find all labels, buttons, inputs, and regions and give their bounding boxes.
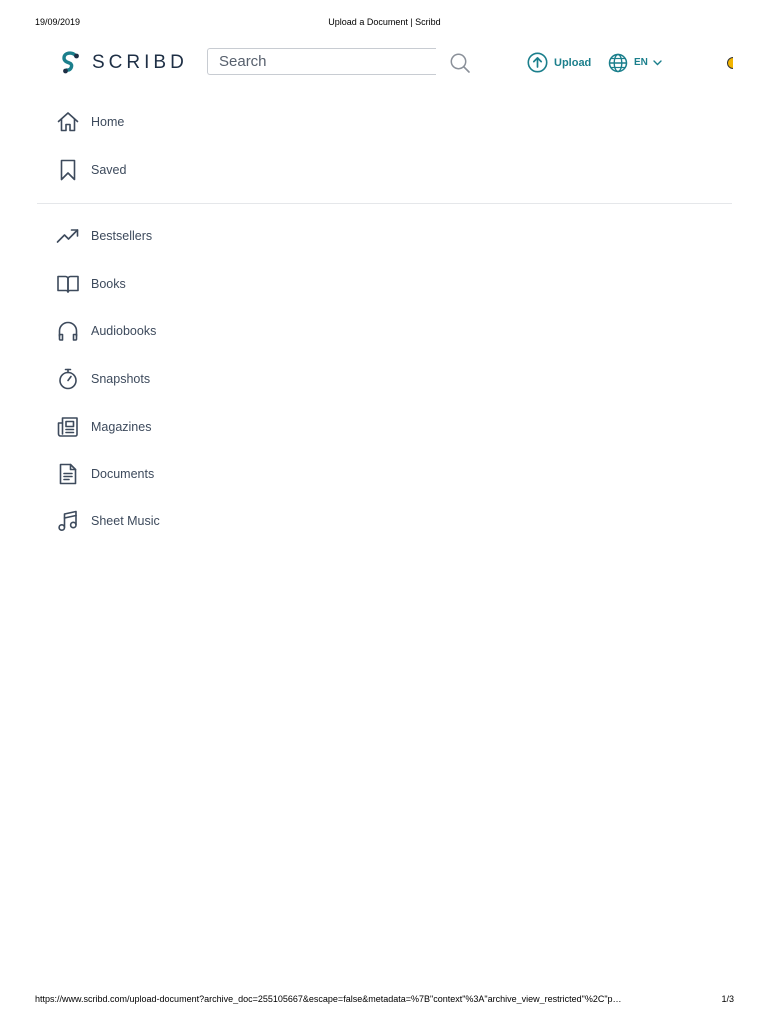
upload-icon <box>527 52 548 73</box>
nav-divider <box>37 203 732 204</box>
nav-item-home[interactable]: Home <box>56 109 124 135</box>
nav-label-bestsellers: Bestsellers <box>91 229 153 243</box>
document-icon <box>56 462 80 486</box>
logo-wordmark: SCRIBD <box>92 52 188 73</box>
print-header: 19/09/2019 Upload a Document | Scribd <box>35 17 734 31</box>
nav-item-snapshots[interactable]: Snapshots <box>56 366 150 392</box>
scribd-logo[interactable]: SCRIBD <box>59 49 188 77</box>
print-title: Upload a Document | Scribd <box>328 17 441 27</box>
nav-label-documents: Documents <box>91 467 155 481</box>
nav-item-documents[interactable]: Documents <box>56 461 154 487</box>
user-avatar[interactable] <box>727 54 733 72</box>
nav-item-saved[interactable]: Saved <box>56 157 126 183</box>
language-selector[interactable]: EN <box>608 52 662 73</box>
search-button[interactable] <box>448 51 472 75</box>
language-label: EN <box>634 57 648 68</box>
upload-label: Upload <box>554 56 592 69</box>
nav-label-magazines: Magazines <box>91 420 152 434</box>
nav-label-sheet-music: Sheet Music <box>91 514 160 528</box>
nav-label-home: Home <box>91 115 125 129</box>
upload-button[interactable]: Upload <box>527 52 591 73</box>
top-navigation-bar: SCRIBD Upload EN <box>0 42 768 86</box>
print-footer: https://www.scribd.com/upload-document?a… <box>35 994 734 1008</box>
scribd-logo-icon <box>62 50 79 73</box>
magazine-icon <box>56 415 80 439</box>
open-book-icon <box>56 272 80 296</box>
nav-label-books: Books <box>91 277 126 291</box>
globe-icon <box>608 53 628 72</box>
nav-item-books[interactable]: Books <box>56 271 126 297</box>
page: 19/09/2019 Upload a Document | Scribd SC… <box>0 0 768 1024</box>
nav-item-magazines[interactable]: Magazines <box>56 414 151 440</box>
nav-item-audiobooks[interactable]: Audiobooks <box>56 318 156 344</box>
chevron-down-icon <box>653 59 662 65</box>
search-input[interactable] <box>207 48 436 75</box>
stopwatch-icon <box>56 367 80 391</box>
nav-item-bestsellers[interactable]: Bestsellers <box>56 223 152 249</box>
music-note-icon <box>56 509 80 533</box>
nav-label-audiobooks: Audiobooks <box>91 324 157 338</box>
bookmark-icon <box>56 158 80 182</box>
print-url: https://www.scribd.com/upload-document?a… <box>35 994 622 1004</box>
home-icon <box>56 110 80 134</box>
nav-label-snapshots: Snapshots <box>91 372 151 386</box>
headphones-icon <box>56 319 80 343</box>
print-page-number: 1/3 <box>721 994 734 1004</box>
trending-up-icon <box>56 224 80 248</box>
nav-item-sheet-music[interactable]: Sheet Music <box>56 508 160 534</box>
nav-label-saved: Saved <box>91 163 127 177</box>
search-icon <box>450 53 470 73</box>
